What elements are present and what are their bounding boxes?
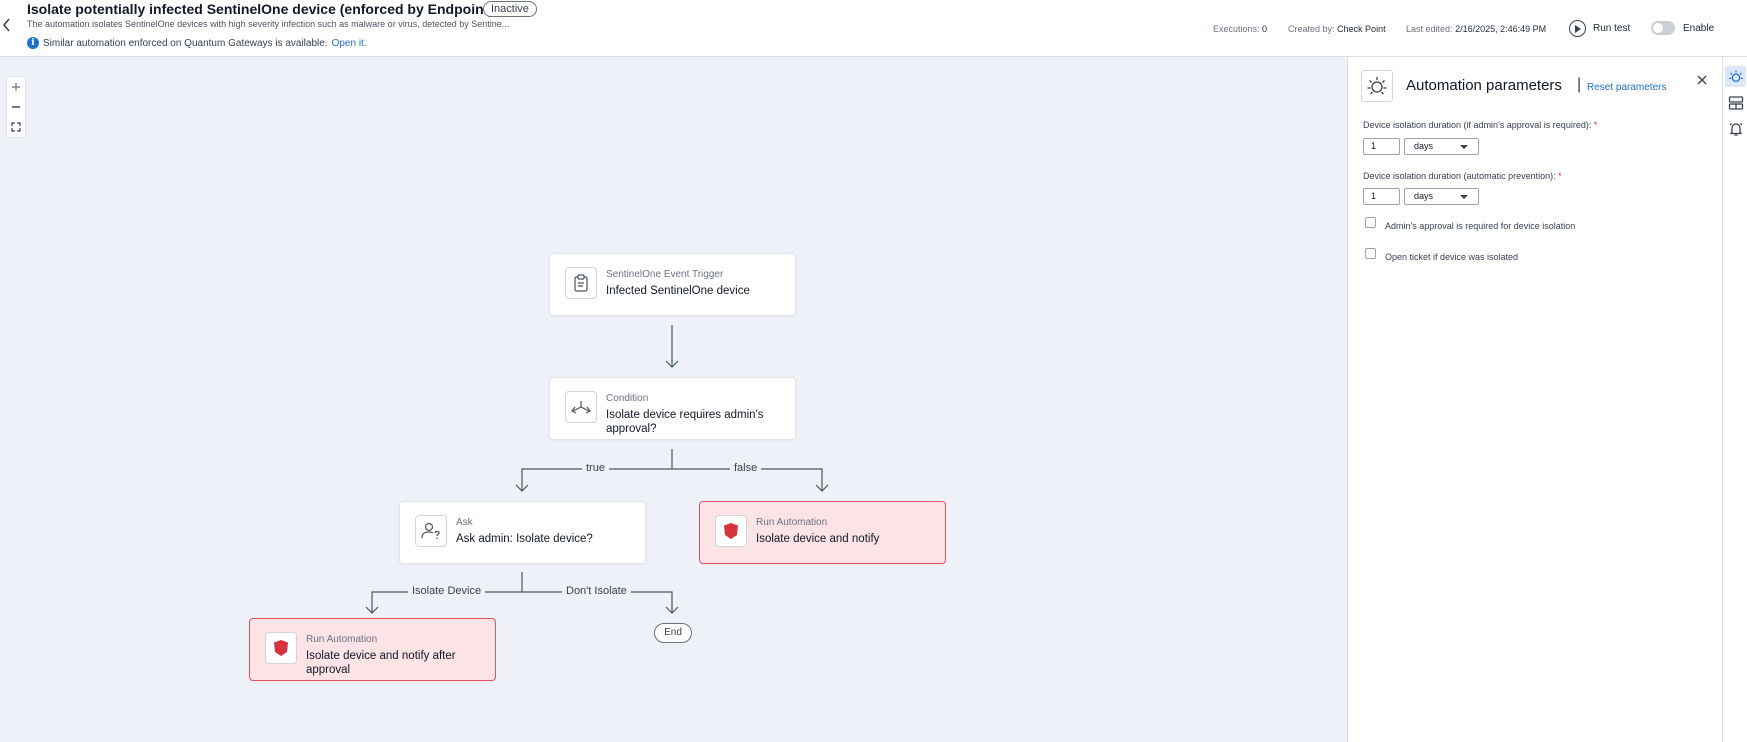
info-icon: i [27, 37, 39, 49]
approval-duration-input[interactable]: 1 [1363, 138, 1400, 155]
node-icon-box [715, 515, 747, 547]
edge-label-isolate: Isolate Device [408, 585, 486, 597]
clipboard-icon [574, 274, 588, 292]
bug-sun-icon [1728, 69, 1743, 82]
checkbox-label: Open ticket if device was isolated [1385, 251, 1519, 262]
admin-approval-checkbox[interactable] [1365, 217, 1376, 228]
required-mark: * [1593, 120, 1598, 130]
automatic-duration-unit-select[interactable]: days [1404, 188, 1479, 205]
title-separator: | [1577, 76, 1582, 93]
run-test-label: Run test [1593, 23, 1631, 34]
close-panel-button[interactable] [1697, 72, 1707, 90]
back-button[interactable] [2, 18, 16, 38]
shield-icon [724, 523, 738, 539]
edge-label-true: true [582, 462, 609, 474]
play-icon [1569, 20, 1586, 37]
executions-meta: Executions: 0 [1213, 24, 1267, 34]
toggle-switch[interactable] [1651, 21, 1675, 35]
node-icon-box [265, 632, 297, 664]
chevron-left-icon [3, 18, 10, 32]
node-icon-box [415, 515, 447, 547]
executions-label: Executions: [1213, 24, 1260, 34]
required-mark: * [1558, 171, 1562, 181]
checkbox-row-open-ticket[interactable]: Open ticket if device was isolated [1365, 248, 1519, 262]
automation-parameters-panel: Automation parameters | Reset parameters… [1347, 57, 1722, 742]
node-icon-box [565, 267, 597, 299]
node-title: Isolate device requires admin's approval… [606, 409, 764, 435]
node-type-label: Run Automation [756, 517, 828, 528]
rail-parameters-button[interactable] [1725, 66, 1746, 87]
node-run-automation-2[interactable]: Run Automation Isolate device and notify… [249, 618, 496, 681]
field-label-text: Device isolation duration (automatic pre… [1363, 171, 1556, 181]
edge-label-false: false [730, 462, 762, 474]
node-type-label: SentinelOne Event Trigger [606, 269, 724, 280]
node-title: Ask admin: Isolate device? [456, 533, 593, 545]
run-test-button[interactable]: Run test [1569, 20, 1630, 37]
page-title: Isolate potentially infected SentinelOne… [27, 1, 493, 17]
field-label-automatic-duration: Device isolation duration (automatic pre… [1363, 171, 1562, 181]
info-banner: i Similar automation enforced on Quantum… [27, 37, 367, 49]
flow-canvas[interactable]: true false Isolate Device Don't Isolate … [0, 57, 1347, 742]
node-type-label: Run Automation [306, 634, 378, 645]
last-edited-meta: Last edited: 2/16/2025, 2:46:49 PM [1406, 24, 1546, 34]
side-rail [1722, 57, 1747, 742]
automation-description: The automation isolates SentinelOne devi… [27, 19, 510, 29]
checkbox-row-admin-approval[interactable]: Admin's approval is required for device … [1365, 217, 1576, 231]
header: Isolate potentially infected SentinelOne… [0, 0, 1747, 57]
rail-layout-button[interactable] [1725, 92, 1746, 113]
node-icon-box [565, 391, 597, 423]
node-type-label: Condition [606, 393, 649, 404]
node-trigger[interactable]: SentinelOne Event Trigger Infected Senti… [549, 253, 796, 316]
edge-label-dont-isolate: Don't Isolate [562, 585, 631, 597]
automatic-duration-input[interactable]: 1 [1363, 188, 1400, 205]
shield-icon [274, 640, 288, 656]
node-type-label: Ask [456, 517, 473, 528]
node-title: Isolate device and notify after approval [306, 650, 456, 676]
created-label: Created by: [1288, 24, 1335, 34]
node-ask[interactable]: Ask Ask admin: Isolate device? [399, 501, 646, 564]
node-title: Infected SentinelOne device [606, 285, 750, 297]
created-value: Check Point [1337, 24, 1386, 34]
edited-label: Last edited: [1406, 24, 1453, 34]
info-text: Similar automation enforced on Quantum G… [43, 37, 328, 49]
end-node: End [654, 623, 692, 643]
enable-toggle[interactable]: Enable [1651, 21, 1714, 35]
node-title: Isolate device and notify [756, 533, 880, 545]
node-run-automation-1[interactable]: Run Automation Isolate device and notify [699, 501, 946, 564]
status-badge: Inactive [483, 1, 537, 17]
layout-rows-icon [1728, 95, 1743, 110]
created-by-meta: Created by: Check Point [1288, 24, 1386, 34]
split-arrows-icon [571, 401, 591, 414]
node-condition[interactable]: Condition Isolate device requires admin'… [549, 377, 796, 440]
reset-parameters-link[interactable]: Reset parameters [1587, 82, 1666, 93]
rail-alerts-button[interactable] [1725, 118, 1746, 139]
checkbox-label: Admin's approval is required for device … [1385, 220, 1576, 231]
close-icon [1697, 75, 1707, 85]
panel-title: Automation parameters [1406, 77, 1562, 94]
approval-duration-unit-select[interactable]: days [1404, 138, 1479, 155]
open-ticket-checkbox[interactable] [1365, 248, 1376, 259]
enable-label: Enable [1683, 22, 1715, 34]
open-it-link[interactable]: Open it. [332, 38, 367, 49]
edited-value: 2/16/2025, 2:46:49 PM [1455, 24, 1547, 34]
field-label-approval-duration: Device isolation duration (if admin's ap… [1363, 120, 1597, 130]
executions-value: 0 [1262, 24, 1268, 34]
bug-sun-icon [1367, 77, 1387, 95]
panel-icon-box [1361, 70, 1393, 102]
user-question-icon [421, 522, 440, 540]
field-label-text: Device isolation duration (if admin's ap… [1363, 120, 1592, 130]
bell-icon [1729, 122, 1742, 136]
